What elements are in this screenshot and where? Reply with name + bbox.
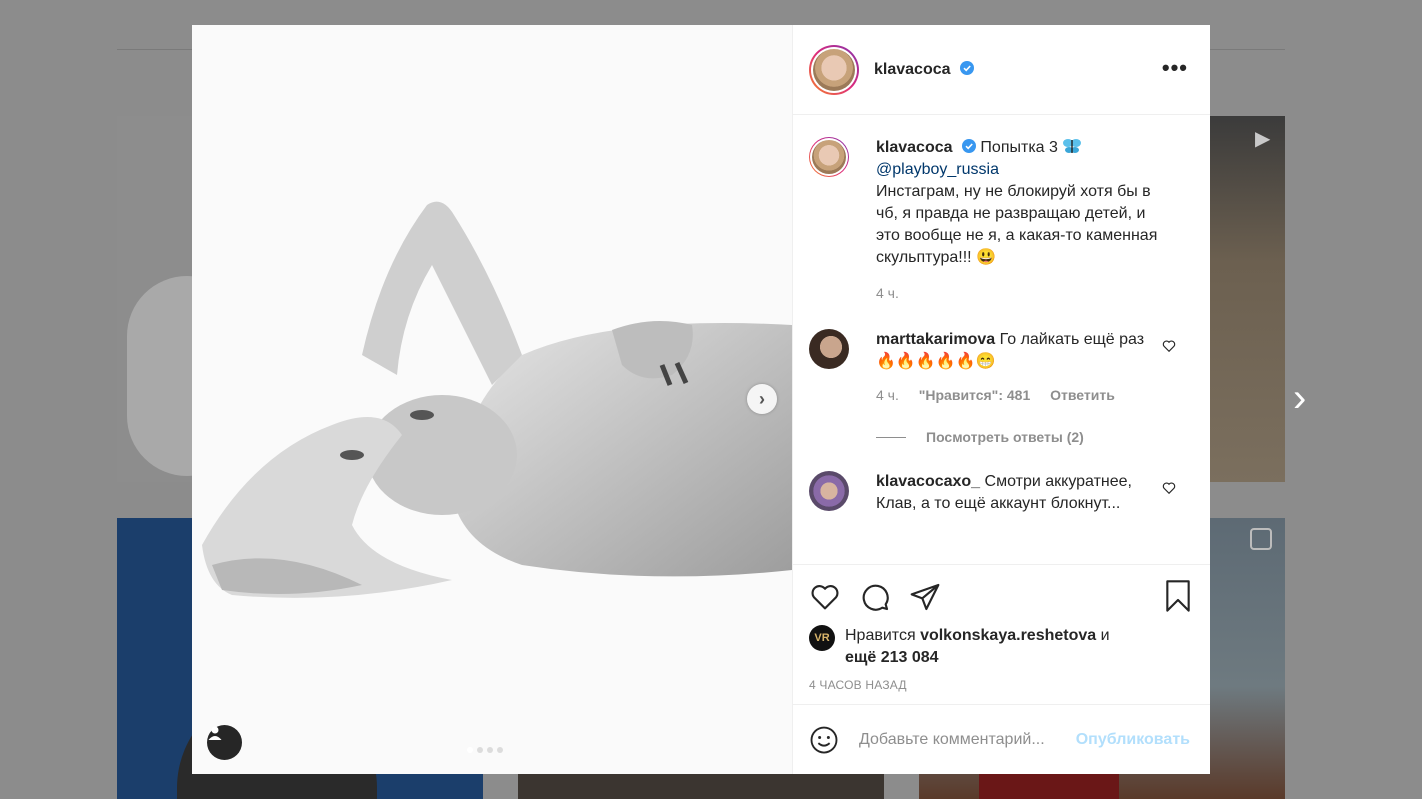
feed-tile[interactable] [1209, 116, 1285, 482]
author-username[interactable]: klavacoca [874, 60, 974, 79]
caption-username[interactable]: klavacoca [876, 139, 953, 156]
emoji-picker-icon[interactable] [809, 725, 839, 755]
view-replies-button[interactable]: Посмотреть ответы (2) [876, 429, 1194, 445]
carousel-icon [1250, 528, 1272, 550]
more-horizontal-icon[interactable]: ••• [1162, 57, 1188, 79]
caption-meta: 4 ч. [876, 285, 1194, 301]
comment-icon[interactable] [859, 581, 891, 613]
comment-input[interactable]: Добавьте комментарий... [859, 731, 1076, 749]
likes-count[interactable]: ещё 213 084 [845, 649, 939, 666]
post-comment-button[interactable]: Опубликовать [1076, 731, 1190, 749]
likes-summary: VR Нравится volkonskaya.reshetova и ещё … [809, 625, 1194, 669]
avatar[interactable] [809, 471, 849, 511]
next-post-arrow-icon[interactable]: › [1293, 378, 1323, 418]
post-timestamp[interactable]: 4 ЧАСОВ НАЗАД [809, 678, 1194, 692]
photo-graphic [192, 25, 792, 774]
comment-time[interactable]: 4 ч. [876, 387, 899, 403]
post-header: klavacoca ••• [793, 25, 1210, 115]
add-comment-bar: Добавьте комментарий... Опубликовать [793, 704, 1210, 774]
comment-item: klavacocaxo_ Смотри аккуратнее, Клав, а … [809, 471, 1194, 515]
like-heart-icon[interactable] [809, 581, 841, 613]
carousel-next-button[interactable]: › [747, 384, 777, 414]
bookmark-save-icon[interactable] [1164, 580, 1192, 612]
mention-link[interactable]: @playboy_russia [876, 161, 999, 178]
username-text[interactable]: klavacoca [874, 61, 951, 78]
likes-prefix: Нравится [845, 627, 916, 644]
caption-time[interactable]: 4 ч. [876, 285, 899, 301]
comment-meta: 4 ч. "Нравится": 481 Ответить [876, 387, 1194, 403]
user-icon [208, 726, 222, 740]
butterfly-emoji-icon [1063, 139, 1082, 153]
avatar[interactable] [809, 137, 849, 177]
comment-likes[interactable]: "Нравится": 481 [919, 387, 1030, 403]
liker-avatar[interactable]: VR [809, 625, 835, 651]
verified-badge-icon [961, 139, 976, 153]
likes-middle: и [1100, 627, 1110, 644]
tagged-users-button[interactable] [207, 725, 242, 760]
post-modal: › klavacoca ••• klavacoca Попытка 3 @pla… [192, 25, 1210, 774]
comment-username[interactable]: marttakarimova [876, 331, 995, 348]
avatar[interactable] [809, 44, 859, 95]
post-image[interactable]: › [192, 25, 792, 774]
view-replies-label[interactable]: Посмотреть ответы (2) [926, 429, 1084, 445]
share-direct-icon[interactable] [909, 581, 941, 613]
carousel-indicator [467, 747, 503, 753]
caption: klavacoca Попытка 3 @playboy_russia Инст… [809, 137, 1194, 269]
feed-tile[interactable] [117, 116, 192, 482]
video-icon: ▶ [1255, 128, 1271, 150]
comment-item: marttakarimova Го лайкать ещё раз 🔥🔥🔥🔥🔥😁 [809, 329, 1194, 373]
post-sidebar: klavacoca ••• klavacoca Попытка 3 @playb… [792, 25, 1210, 774]
post-actions: VR Нравится volkonskaya.reshetova и ещё … [793, 564, 1210, 704]
comments-list: klavacoca Попытка 3 @playboy_russia Инст… [793, 115, 1210, 564]
verified-badge-icon [959, 60, 974, 75]
feed-tile[interactable] [518, 774, 884, 799]
caption-title: Попытка 3 [980, 139, 1058, 156]
caption-text: Инстаграм, ну не блокируй хотя бы в чб, … [876, 183, 1158, 266]
avatar[interactable] [809, 329, 849, 369]
comment-username[interactable]: klavacocaxo_ [876, 473, 980, 490]
reply-button[interactable]: Ответить [1050, 387, 1115, 403]
like-comment-icon[interactable] [1162, 481, 1176, 495]
like-comment-icon[interactable] [1162, 339, 1176, 353]
liker-username[interactable]: volkonskaya.reshetova [920, 627, 1096, 644]
